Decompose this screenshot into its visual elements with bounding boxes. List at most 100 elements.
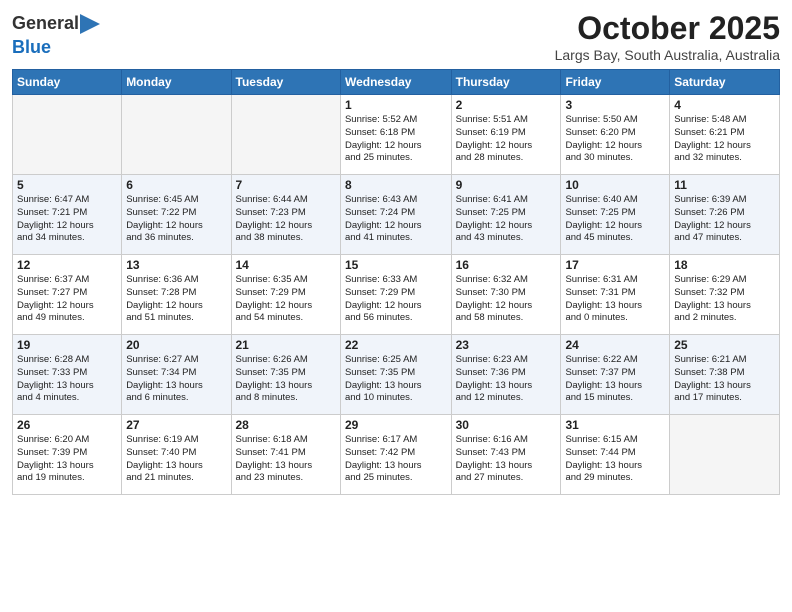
day-cell bbox=[670, 415, 780, 495]
day-info: Sunrise: 6:44 AM Sunset: 7:23 PM Dayligh… bbox=[236, 194, 336, 245]
day-number: 14 bbox=[236, 258, 336, 272]
day-number: 24 bbox=[565, 338, 665, 352]
weekday-header-monday: Monday bbox=[122, 70, 231, 95]
logo-blue: Blue bbox=[12, 37, 51, 57]
week-row-4: 19 Sunrise: 6:28 AM Sunset: 7:33 PM Dayli… bbox=[13, 335, 780, 415]
week-row-5: 26Sunrise: 6:20 AM Sunset: 7:39 PM Dayli… bbox=[13, 415, 780, 495]
day-number: 13 bbox=[126, 258, 226, 272]
day-cell: 31Sunrise: 6:15 AM Sunset: 7:44 PM Dayli… bbox=[561, 415, 670, 495]
day-info: Sunrise: 6:18 AM Sunset: 7:41 PM Dayligh… bbox=[236, 434, 336, 485]
weekday-header-tuesday: Tuesday bbox=[231, 70, 340, 95]
day-number: 21 bbox=[236, 338, 336, 352]
day-number: 1 bbox=[345, 98, 447, 112]
logo-general: General bbox=[12, 14, 79, 34]
day-info: Sunrise: 6:26 AM Sunset: 7:35 PM Dayligh… bbox=[236, 354, 336, 405]
day-cell: 20 Sunrise: 6:27 AM Sunset: 7:34 PM Dayli… bbox=[122, 335, 231, 415]
day-info: Sunrise: 6:36 AM Sunset: 7:28 PM Dayligh… bbox=[126, 274, 226, 325]
day-cell bbox=[13, 95, 122, 175]
location: Largs Bay, South Australia, Australia bbox=[555, 47, 780, 63]
day-info: Sunrise: 6:41 AM Sunset: 7:25 PM Dayligh… bbox=[456, 194, 557, 245]
day-info: Sunrise: 6:33 AM Sunset: 7:29 PM Dayligh… bbox=[345, 274, 447, 325]
day-number: 19 bbox=[17, 338, 117, 352]
day-cell: 12Sunrise: 6:37 AM Sunset: 7:27 PM Dayli… bbox=[13, 255, 122, 335]
day-number: 7 bbox=[236, 178, 336, 192]
day-cell: 14 Sunrise: 6:35 AM Sunset: 7:29 PM Dayli… bbox=[231, 255, 340, 335]
day-number: 3 bbox=[565, 98, 665, 112]
day-cell: 2Sunrise: 5:51 AM Sunset: 6:19 PM Daylig… bbox=[451, 95, 561, 175]
day-cell: 23 Sunrise: 6:23 AM Sunset: 7:36 PM Dayli… bbox=[451, 335, 561, 415]
week-row-1: 1 Sunrise: 5:52 AM Sunset: 6:18 PM Daylig… bbox=[13, 95, 780, 175]
calendar: SundayMondayTuesdayWednesdayThursdayFrid… bbox=[12, 69, 780, 495]
week-row-3: 12Sunrise: 6:37 AM Sunset: 7:27 PM Dayli… bbox=[13, 255, 780, 335]
day-number: 25 bbox=[674, 338, 775, 352]
day-cell: 15Sunrise: 6:33 AM Sunset: 7:29 PM Dayli… bbox=[340, 255, 451, 335]
day-number: 6 bbox=[126, 178, 226, 192]
day-number: 10 bbox=[565, 178, 665, 192]
day-number: 17 bbox=[565, 258, 665, 272]
day-cell: 5 Sunrise: 6:47 AM Sunset: 7:21 PM Daylig… bbox=[13, 175, 122, 255]
day-cell: 11 Sunrise: 6:39 AM Sunset: 7:26 PM Dayli… bbox=[670, 175, 780, 255]
day-info: Sunrise: 6:35 AM Sunset: 7:29 PM Dayligh… bbox=[236, 274, 336, 325]
day-info: Sunrise: 5:50 AM Sunset: 6:20 PM Dayligh… bbox=[565, 114, 665, 165]
day-number: 23 bbox=[456, 338, 557, 352]
page: General Blue October 2025 Largs Bay, Sou… bbox=[0, 0, 792, 612]
day-info: Sunrise: 6:29 AM Sunset: 7:32 PM Dayligh… bbox=[674, 274, 775, 325]
day-info: Sunrise: 6:16 AM Sunset: 7:43 PM Dayligh… bbox=[456, 434, 557, 485]
day-cell: 8 Sunrise: 6:43 AM Sunset: 7:24 PM Daylig… bbox=[340, 175, 451, 255]
day-cell: 25 Sunrise: 6:21 AM Sunset: 7:38 PM Dayli… bbox=[670, 335, 780, 415]
day-info: Sunrise: 6:15 AM Sunset: 7:44 PM Dayligh… bbox=[565, 434, 665, 485]
day-info: Sunrise: 5:48 AM Sunset: 6:21 PM Dayligh… bbox=[674, 114, 775, 165]
day-cell: 6 Sunrise: 6:45 AM Sunset: 7:22 PM Daylig… bbox=[122, 175, 231, 255]
day-number: 18 bbox=[674, 258, 775, 272]
day-number: 20 bbox=[126, 338, 226, 352]
weekday-header-row: SundayMondayTuesdayWednesdayThursdayFrid… bbox=[13, 70, 780, 95]
day-number: 8 bbox=[345, 178, 447, 192]
day-info: Sunrise: 6:31 AM Sunset: 7:31 PM Dayligh… bbox=[565, 274, 665, 325]
day-info: Sunrise: 6:32 AM Sunset: 7:30 PM Dayligh… bbox=[456, 274, 557, 325]
day-info: Sunrise: 6:28 AM Sunset: 7:33 PM Dayligh… bbox=[17, 354, 117, 405]
day-info: Sunrise: 6:25 AM Sunset: 7:35 PM Dayligh… bbox=[345, 354, 447, 405]
day-info: Sunrise: 6:20 AM Sunset: 7:39 PM Dayligh… bbox=[17, 434, 117, 485]
day-cell: 17 Sunrise: 6:31 AM Sunset: 7:31 PM Dayli… bbox=[561, 255, 670, 335]
weekday-header-friday: Friday bbox=[561, 70, 670, 95]
header: General Blue October 2025 Largs Bay, Sou… bbox=[12, 10, 780, 63]
day-number: 12 bbox=[17, 258, 117, 272]
day-info: Sunrise: 6:47 AM Sunset: 7:21 PM Dayligh… bbox=[17, 194, 117, 245]
day-info: Sunrise: 6:27 AM Sunset: 7:34 PM Dayligh… bbox=[126, 354, 226, 405]
day-number: 4 bbox=[674, 98, 775, 112]
day-cell: 10 Sunrise: 6:40 AM Sunset: 7:25 PM Dayli… bbox=[561, 175, 670, 255]
day-cell: 29 Sunrise: 6:17 AM Sunset: 7:42 PM Dayli… bbox=[340, 415, 451, 495]
day-number: 16 bbox=[456, 258, 557, 272]
day-cell: 30Sunrise: 6:16 AM Sunset: 7:43 PM Dayli… bbox=[451, 415, 561, 495]
day-cell: 16 Sunrise: 6:32 AM Sunset: 7:30 PM Dayli… bbox=[451, 255, 561, 335]
month-title: October 2025 bbox=[555, 10, 780, 47]
day-cell: 26Sunrise: 6:20 AM Sunset: 7:39 PM Dayli… bbox=[13, 415, 122, 495]
day-info: Sunrise: 6:40 AM Sunset: 7:25 PM Dayligh… bbox=[565, 194, 665, 245]
day-cell: 27Sunrise: 6:19 AM Sunset: 7:40 PM Dayli… bbox=[122, 415, 231, 495]
day-cell: 1 Sunrise: 5:52 AM Sunset: 6:18 PM Daylig… bbox=[340, 95, 451, 175]
day-info: Sunrise: 6:45 AM Sunset: 7:22 PM Dayligh… bbox=[126, 194, 226, 245]
day-info: Sunrise: 5:52 AM Sunset: 6:18 PM Dayligh… bbox=[345, 114, 447, 165]
day-cell: 18 Sunrise: 6:29 AM Sunset: 7:32 PM Dayli… bbox=[670, 255, 780, 335]
logo: General Blue bbox=[12, 10, 100, 58]
weekday-header-wednesday: Wednesday bbox=[340, 70, 451, 95]
day-number: 29 bbox=[345, 418, 447, 432]
title-block: October 2025 Largs Bay, South Australia,… bbox=[555, 10, 780, 63]
day-number: 11 bbox=[674, 178, 775, 192]
day-cell bbox=[122, 95, 231, 175]
day-number: 28 bbox=[236, 418, 336, 432]
day-info: Sunrise: 6:43 AM Sunset: 7:24 PM Dayligh… bbox=[345, 194, 447, 245]
day-info: Sunrise: 6:17 AM Sunset: 7:42 PM Dayligh… bbox=[345, 434, 447, 485]
day-info: Sunrise: 6:23 AM Sunset: 7:36 PM Dayligh… bbox=[456, 354, 557, 405]
day-cell: 19 Sunrise: 6:28 AM Sunset: 7:33 PM Dayli… bbox=[13, 335, 122, 415]
day-number: 5 bbox=[17, 178, 117, 192]
day-info: Sunrise: 6:39 AM Sunset: 7:26 PM Dayligh… bbox=[674, 194, 775, 245]
day-cell: 4 Sunrise: 5:48 AM Sunset: 6:21 PM Daylig… bbox=[670, 95, 780, 175]
day-info: Sunrise: 6:21 AM Sunset: 7:38 PM Dayligh… bbox=[674, 354, 775, 405]
weekday-header-sunday: Sunday bbox=[13, 70, 122, 95]
day-cell: 21 Sunrise: 6:26 AM Sunset: 7:35 PM Dayli… bbox=[231, 335, 340, 415]
day-number: 9 bbox=[456, 178, 557, 192]
weekday-header-thursday: Thursday bbox=[451, 70, 561, 95]
day-cell: 22Sunrise: 6:25 AM Sunset: 7:35 PM Dayli… bbox=[340, 335, 451, 415]
day-cell: 3 Sunrise: 5:50 AM Sunset: 6:20 PM Daylig… bbox=[561, 95, 670, 175]
